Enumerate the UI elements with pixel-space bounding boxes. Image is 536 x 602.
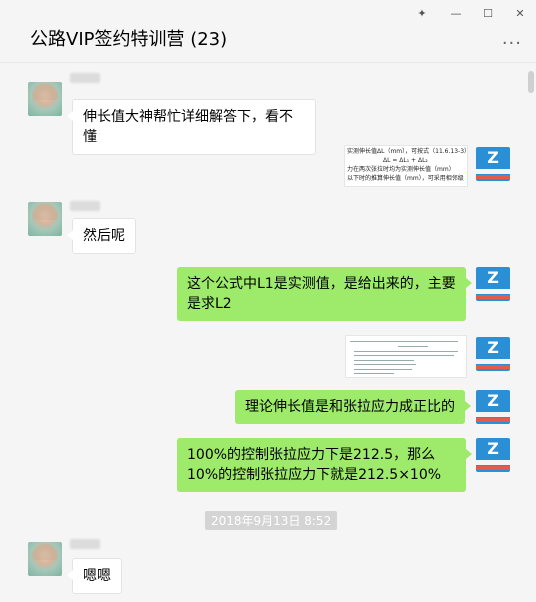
- sender-name: [70, 537, 100, 550]
- image-message[interactable]: [345, 335, 467, 378]
- company-logo-avatar[interactable]: Z: [476, 337, 510, 371]
- image-text-line: 实测伸长值ΔL（mm），可按式（11.6.13-3）计算: [347, 148, 467, 155]
- message-bubble[interactable]: 伸长值大神帮忙详细解答下，看不懂: [67, 99, 316, 155]
- company-logo-avatar[interactable]: Z: [476, 267, 510, 301]
- pin-icon[interactable]: ✦: [410, 4, 434, 24]
- user-avatar[interactable]: [28, 202, 62, 236]
- message-bubble[interactable]: 然后呢: [67, 218, 136, 254]
- image-text-line: 以下时的推算伸长值（mm），可采用相邻级: [347, 175, 464, 182]
- company-logo-avatar[interactable]: Z: [476, 438, 510, 472]
- message-bubble[interactable]: 理论伸长值是和张拉应力成正比的: [235, 390, 471, 424]
- minimize-button[interactable]: —: [444, 4, 468, 24]
- company-logo-avatar[interactable]: Z: [476, 147, 510, 181]
- maximize-button[interactable]: ☐: [476, 4, 500, 24]
- scrollbar-thumb[interactable]: [528, 71, 534, 93]
- close-button[interactable]: ✕: [508, 4, 532, 24]
- company-logo-avatar[interactable]: Z: [476, 390, 510, 424]
- image-text-line: ΔL = ΔL₁ + ΔL₂: [383, 157, 428, 164]
- image-text-line: 力在两次张拉时均为实测伸长值（mm）: [347, 166, 455, 173]
- message-bubble[interactable]: 这个公式中L1是实测值，是给出来的，主要是求L2: [177, 267, 472, 321]
- more-options-button[interactable]: ···: [502, 33, 522, 54]
- user-avatar[interactable]: [28, 542, 62, 576]
- window-titlebar: 公路VIP签约特训营 (23) ✦ — ☐ ✕ ···: [0, 0, 536, 63]
- chat-message-area[interactable]: 伸长值大神帮忙详细解答下，看不懂 实测伸长值ΔL（mm），可按式（11.6.13…: [0, 63, 536, 602]
- message-timestamp: 2018年9月13日 8:52: [205, 511, 338, 530]
- chat-title: 公路VIP签约特训营 (23): [30, 29, 228, 50]
- sender-name: [70, 71, 100, 84]
- image-message[interactable]: 实测伸长值ΔL（mm），可按式（11.6.13-3）计算 ΔL = ΔL₁ + …: [344, 145, 468, 187]
- sender-name: [70, 199, 100, 212]
- message-bubble[interactable]: 嗯嗯: [67, 558, 122, 594]
- user-avatar[interactable]: [28, 82, 62, 116]
- message-bubble[interactable]: 100%的控制张拉应力下是212.5，那么10%的控制张拉应力下就是212.5×…: [177, 438, 472, 492]
